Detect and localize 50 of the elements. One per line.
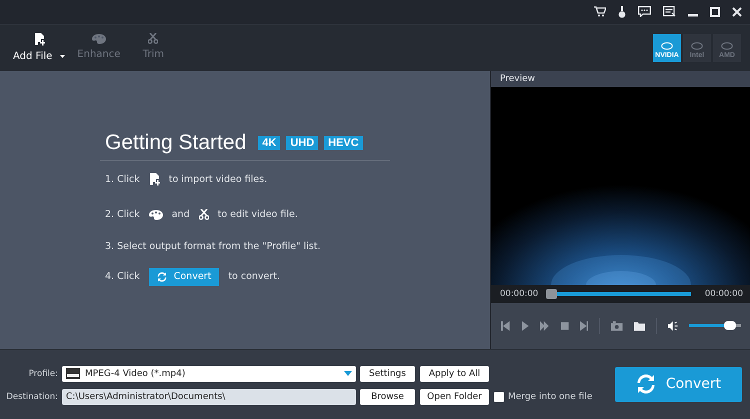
checkbox-label: Merge into one file: [508, 392, 592, 402]
primary-action-button[interactable]: Settings: [360, 366, 415, 382]
add-file-icon: [34, 33, 45, 46]
primary-action-button[interactable]: Browse: [360, 388, 415, 405]
profile-dropdown[interactable]: MPEG-4 Video (*.mp4): [62, 366, 356, 382]
camera-icon[interactable]: [611, 320, 623, 330]
step-text: 1. Click: [105, 174, 140, 185]
format-badge: 4K: [258, 136, 280, 150]
step-text: to import video files.: [168, 174, 268, 185]
scissors-icon: [198, 209, 209, 220]
add-file-button[interactable]: Add File: [9, 30, 70, 66]
cart-icon[interactable]: [594, 6, 606, 18]
folder-icon[interactable]: [634, 320, 646, 330]
merge-checkbox[interactable]: [494, 392, 504, 402]
step-text: to convert.: [228, 271, 280, 282]
time-label: 00:00:00: [500, 288, 538, 298]
stop-icon[interactable]: [560, 320, 569, 330]
volume-icon[interactable]: [668, 320, 678, 330]
chat-icon[interactable]: [638, 6, 651, 18]
skip-forward-icon[interactable]: [580, 320, 588, 330]
feedback-icon[interactable]: [663, 6, 676, 18]
add-file-icon: [148, 173, 160, 186]
step-text: 2. Click: [105, 209, 140, 220]
fast-forward-icon[interactable]: [540, 320, 550, 330]
play-icon[interactable]: [520, 320, 530, 330]
step-text: and: [172, 209, 190, 220]
convert-icon: [636, 374, 656, 394]
secondary-action-button[interactable]: Open Folder: [420, 388, 489, 405]
format-badge: UHD: [286, 136, 318, 150]
field-label: Profile:: [28, 368, 58, 379]
step-text: 4. Click: [105, 271, 140, 282]
palette-icon: [92, 33, 106, 44]
step-text: 3. Select output format from the "Profile" list.: [105, 241, 320, 252]
maximize-icon[interactable]: [710, 6, 720, 17]
scissors-icon: [148, 33, 158, 44]
heading: Getting Started: [105, 130, 246, 154]
skip-back-icon[interactable]: [501, 320, 510, 330]
close-icon[interactable]: [732, 6, 742, 17]
format-badge: HEVC: [324, 136, 363, 150]
caret-icon: [344, 371, 352, 376]
time-label: 00:00:00: [704, 288, 743, 298]
convert-icon: [156, 272, 167, 282]
field-label: Destination:: [5, 392, 58, 402]
palette-icon: [148, 209, 163, 220]
pane-title: Preview: [500, 74, 536, 84]
step-text: to edit video file.: [218, 209, 298, 220]
caret-icon[interactable]: [60, 55, 66, 58]
destination-field[interactable]: C:\Users\Administrator\Documents\: [62, 388, 356, 405]
format-icon: [66, 368, 80, 380]
secondary-action-button[interactable]: Apply to All: [420, 366, 489, 382]
